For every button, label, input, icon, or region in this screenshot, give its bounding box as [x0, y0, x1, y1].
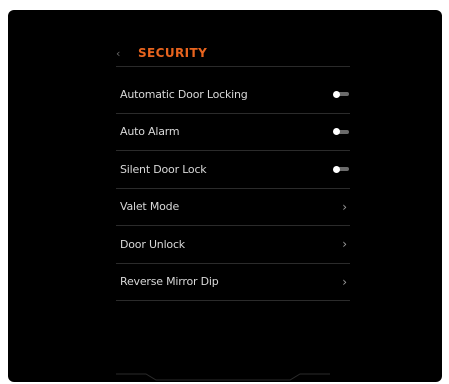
chevron-right-icon: ›: [342, 237, 347, 252]
setting-label: Automatic Door Locking: [120, 87, 248, 101]
setting-label: Door Unlock: [120, 237, 185, 251]
setting-door-unlock[interactable]: Door Unlock ›: [116, 226, 350, 264]
toggle-switch[interactable]: [333, 90, 349, 98]
toggle-knob: [333, 165, 340, 173]
chevron-right-icon: ›: [342, 274, 347, 289]
setting-label: Silent Door Lock: [120, 162, 207, 176]
toggle-knob: [333, 90, 340, 98]
setting-automatic-door-locking[interactable]: Automatic Door Locking: [116, 76, 350, 114]
toggle-knob: [333, 128, 340, 136]
setting-reverse-mirror-dip[interactable]: Reverse Mirror Dip ›: [116, 264, 350, 301]
screen-bottom-bezel: [116, 373, 330, 381]
page-title: SECURITY: [138, 46, 208, 60]
infotainment-screen: ‹ SECURITY Automatic Door Locking Auto A…: [8, 10, 442, 382]
setting-silent-door-lock[interactable]: Silent Door Lock: [116, 151, 350, 189]
toggle-switch[interactable]: [333, 165, 349, 173]
setting-valet-mode[interactable]: Valet Mode ›: [116, 189, 350, 226]
settings-list: Automatic Door Locking Auto Alarm Silent…: [116, 76, 350, 301]
back-arrow-icon[interactable]: ‹: [116, 47, 138, 60]
toggle-switch[interactable]: [333, 128, 349, 136]
setting-label: Auto Alarm: [120, 125, 180, 139]
chevron-right-icon: ›: [342, 199, 347, 214]
page-header: ‹ SECURITY: [116, 43, 207, 63]
setting-label: Reverse Mirror Dip: [120, 275, 219, 289]
setting-auto-alarm[interactable]: Auto Alarm: [116, 114, 350, 151]
setting-label: Valet Mode: [120, 200, 180, 214]
header-divider: [116, 66, 350, 67]
